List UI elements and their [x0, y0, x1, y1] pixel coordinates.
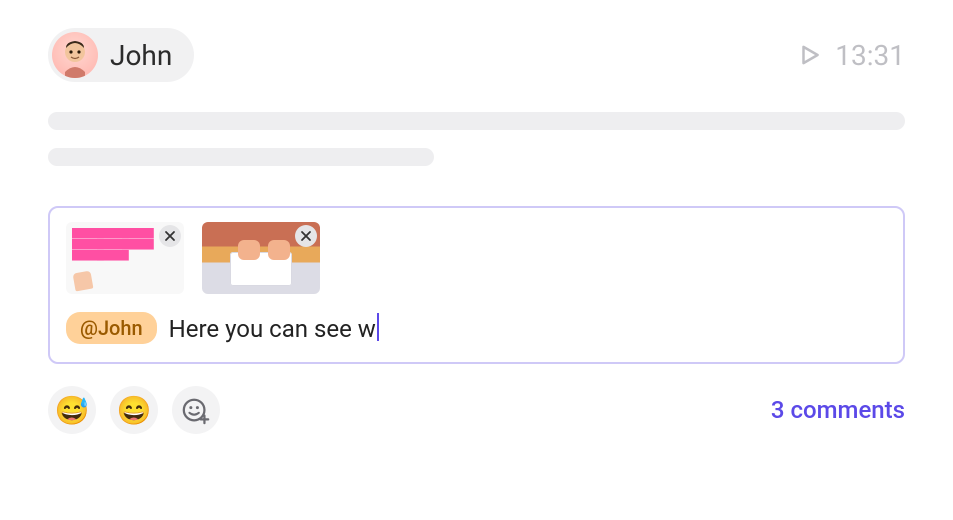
- emoji-grinning-icon: 😄: [117, 394, 152, 427]
- skeleton-line: [48, 148, 434, 166]
- message-body-placeholder: [48, 112, 905, 166]
- composer-text[interactable]: Here you can see w: [169, 313, 379, 343]
- composer-input[interactable]: @John Here you can see w: [66, 312, 887, 344]
- skeleton-line: [48, 112, 905, 130]
- author-name: John: [110, 39, 172, 72]
- attachment-strip: [66, 222, 887, 294]
- composer-text-value: Here you can see w: [169, 315, 376, 343]
- reaction-bar: 😅 😄: [48, 386, 220, 434]
- mention-chip[interactable]: @John: [66, 312, 157, 344]
- comments-link[interactable]: 3 comments: [771, 396, 905, 424]
- add-reaction-icon: [181, 395, 211, 425]
- add-reaction-button[interactable]: [172, 386, 220, 434]
- reply-composer[interactable]: @John Here you can see w: [48, 206, 905, 364]
- reaction-emoji[interactable]: 😄: [110, 386, 158, 434]
- emoji-grinning-sweat-icon: 😅: [55, 394, 90, 427]
- timestamp-group: 13:31: [797, 39, 905, 72]
- remove-attachment-button[interactable]: [295, 225, 317, 247]
- author-chip[interactable]: John: [48, 28, 194, 82]
- author-avatar: [52, 32, 98, 78]
- remove-attachment-button[interactable]: [159, 225, 181, 247]
- play-icon[interactable]: [797, 42, 823, 68]
- message-footer: 😅 😄 3 comments: [48, 386, 905, 434]
- message-header: John 13:31: [48, 28, 905, 82]
- reaction-emoji[interactable]: 😅: [48, 386, 96, 434]
- attachment-thumbnail[interactable]: [202, 222, 320, 294]
- message-time: 13:31: [835, 39, 905, 72]
- attachment-thumbnail[interactable]: [66, 222, 184, 294]
- text-caret: [377, 313, 379, 341]
